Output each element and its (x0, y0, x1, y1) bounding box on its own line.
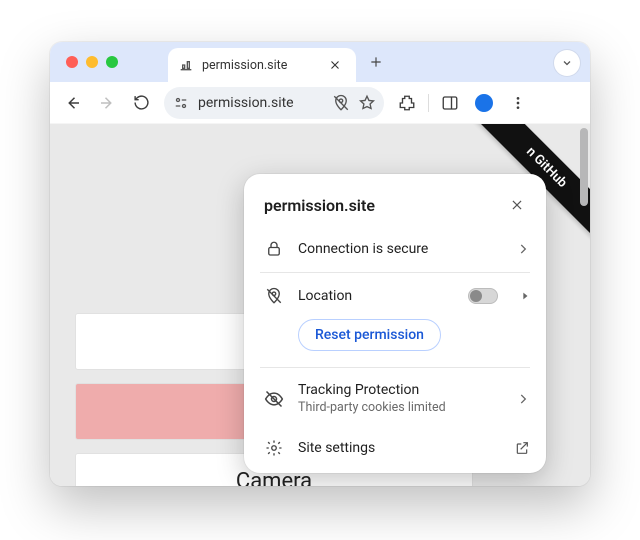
browser-tab[interactable]: permission.site (168, 48, 356, 82)
popover-separator (260, 272, 530, 273)
connection-secure-label: Connection is secure (298, 241, 502, 257)
chevron-right-icon (516, 392, 530, 406)
browser-window: permission.site (50, 42, 590, 486)
tracking-protection-subtext: Third-party cookies limited (298, 400, 502, 415)
extensions-button[interactable] (392, 88, 422, 118)
tab-favicon-icon (178, 57, 194, 73)
external-link-icon (514, 440, 530, 456)
window-minimize-button[interactable] (86, 56, 98, 68)
connection-secure-row[interactable]: Connection is secure (244, 228, 546, 270)
address-text: permission.site (198, 95, 324, 111)
new-tab-button[interactable] (362, 48, 390, 76)
vertical-scrollbar[interactable] (580, 128, 588, 206)
tracking-protection-row[interactable]: Tracking Protection Third-party cookies … (244, 370, 546, 427)
window-traffic-lights (66, 56, 118, 68)
profile-button[interactable] (469, 88, 499, 118)
tab-overflow-button[interactable] (554, 50, 580, 76)
nav-forward-button[interactable] (92, 88, 122, 118)
site-settings-row[interactable]: Site settings (244, 427, 546, 469)
bookmark-star-icon[interactable] (358, 94, 376, 112)
window-close-button[interactable] (66, 56, 78, 68)
eye-off-icon (264, 389, 284, 409)
popover-title: permission.site (264, 196, 504, 215)
location-toggle[interactable] (468, 288, 498, 304)
toolbar-divider (428, 94, 429, 112)
site-settings-label: Site settings (298, 440, 500, 456)
location-label: Location (298, 288, 454, 304)
menu-button[interactable] (503, 88, 533, 118)
location-details-button[interactable] (520, 291, 530, 301)
page-content: n GitHub Camera permission.site Connecti (50, 124, 590, 486)
tab-strip: permission.site (50, 42, 590, 82)
popover-close-button[interactable] (504, 192, 530, 218)
profile-avatar-icon (475, 94, 493, 112)
reset-permission-button[interactable]: Reset permission (298, 319, 441, 351)
tab-close-button[interactable] (326, 56, 344, 74)
popover-separator (260, 367, 530, 368)
browser-toolbar: permission.site (50, 82, 590, 124)
address-bar[interactable]: permission.site (164, 87, 384, 119)
location-off-icon (264, 287, 284, 305)
side-panel-button[interactable] (435, 88, 465, 118)
site-info-button[interactable] (172, 94, 190, 112)
lock-icon (264, 240, 284, 258)
tracking-protection-label: Tracking Protection (298, 382, 502, 398)
chevron-right-icon (516, 242, 530, 256)
gear-icon (264, 439, 284, 457)
nav-reload-button[interactable] (126, 88, 156, 118)
nav-back-button[interactable] (58, 88, 88, 118)
tab-title: permission.site (202, 58, 287, 73)
location-permission-row: Location (244, 275, 546, 317)
site-info-popover: permission.site Connection is secure (244, 174, 546, 473)
window-zoom-button[interactable] (106, 56, 118, 68)
location-blocked-icon[interactable] (332, 94, 350, 112)
